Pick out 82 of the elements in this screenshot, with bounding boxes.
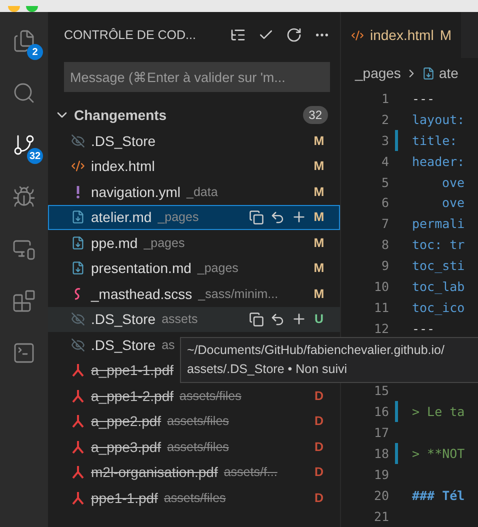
file-name: a_ppe2.pdf xyxy=(91,413,162,430)
file-name: m2l-organisation.pdf xyxy=(91,464,218,480)
line-number: 6 xyxy=(380,195,389,210)
file-path: assets/f... xyxy=(224,465,278,480)
file-path: _pages xyxy=(144,236,186,250)
code-text: layout: xyxy=(412,112,465,127)
panel-title: CONTRÔLE DE COD... xyxy=(64,28,197,42)
file-name: ppe1-1.pdf xyxy=(91,490,158,506)
line-number: 15 xyxy=(372,383,389,398)
file-name: .DS_Store xyxy=(91,311,156,328)
code-text: toc: tr xyxy=(412,237,465,252)
file-name: a_ppe3.pdf xyxy=(91,438,162,455)
status-letter: U xyxy=(313,312,325,326)
line-number: 8 xyxy=(380,237,389,252)
file-path: _pages xyxy=(158,210,200,224)
line-number: 5 xyxy=(380,174,389,190)
status-letter: M xyxy=(313,286,325,301)
file-name: a_ppe1-2.pdf xyxy=(91,388,174,404)
tooltip-text: assets/.DS_Store • Non suivi xyxy=(187,361,348,378)
status-letter: D xyxy=(313,440,325,454)
line-number: 3 xyxy=(380,132,389,148)
tooltip-text: ~/Documents/GitHub/fabienchevalier.github.io/ xyxy=(187,342,446,359)
code-text: toc_lab xyxy=(412,278,465,294)
file-name: .DS_Store xyxy=(91,336,156,353)
status-letter: M xyxy=(440,27,452,43)
file-name: navigation.yml xyxy=(91,184,180,200)
line-number: 2 xyxy=(380,112,389,127)
line-number: 17 xyxy=(372,425,389,440)
code-text: header: xyxy=(412,154,465,169)
line-number: 10 xyxy=(372,278,389,294)
file-path: assets/files xyxy=(164,490,227,505)
file-path: _pages xyxy=(197,261,240,276)
code-text: toc_ico xyxy=(412,300,465,315)
line-number: 9 xyxy=(380,258,389,274)
status-letter: M xyxy=(313,184,325,199)
file-path: _data xyxy=(186,184,219,199)
code-text: > **NOT xyxy=(412,446,465,462)
code-text: toc_sti xyxy=(412,258,465,274)
code-text: ove xyxy=(441,195,465,210)
status-letter: M xyxy=(313,210,325,224)
code-text: ove xyxy=(441,174,465,190)
status-letter: D xyxy=(313,490,325,505)
status-letter: D xyxy=(313,414,325,428)
line-number: 21 xyxy=(372,508,389,524)
line-number: 12 xyxy=(372,320,389,336)
tab-title: index.html xyxy=(370,27,434,43)
code-text: --- xyxy=(412,90,435,106)
line-number: 1 xyxy=(380,90,389,106)
file-name: .DS_Store xyxy=(91,132,156,149)
code-text: permali xyxy=(412,216,465,232)
file-name: ppe.md xyxy=(91,234,138,251)
status-letter: M xyxy=(313,159,325,174)
line-number: 7 xyxy=(380,216,389,232)
count-badge: 32 xyxy=(302,106,328,124)
line-number: 19 xyxy=(372,466,389,482)
count-badge: 2 xyxy=(27,44,43,60)
status-letter: M xyxy=(313,236,325,250)
code-text: --- xyxy=(412,320,435,336)
file-path: _sass/minim... xyxy=(198,286,280,301)
line-number: 4 xyxy=(380,154,389,169)
file-name: atelier.md xyxy=(91,209,152,226)
count-badge: 32 xyxy=(27,148,43,164)
file-name: index.html xyxy=(91,158,155,174)
file-name: a_ppe1-1.pdf xyxy=(91,362,174,378)
status-letter: M xyxy=(313,134,325,148)
file-name: presentation.md xyxy=(91,260,192,276)
code-text: title: xyxy=(412,132,458,148)
line-number: 18 xyxy=(372,446,389,462)
status-letter: M xyxy=(313,261,325,276)
line-number: 20 xyxy=(372,488,389,503)
file-path: assets/files xyxy=(167,414,230,428)
status-letter: D xyxy=(313,388,325,403)
file-path: assets/files xyxy=(167,440,230,454)
file-name: _masthead.scss xyxy=(91,286,192,302)
file-path: assets/files xyxy=(180,388,242,403)
status-letter: D xyxy=(313,465,325,480)
line-number: 16 xyxy=(372,404,389,420)
code-text: > Le ta xyxy=(412,404,465,420)
group-label: Changements xyxy=(74,107,168,123)
file-path: assets xyxy=(162,312,199,326)
line-number: 11 xyxy=(372,300,389,315)
code-text: ### Tél xyxy=(412,488,465,503)
